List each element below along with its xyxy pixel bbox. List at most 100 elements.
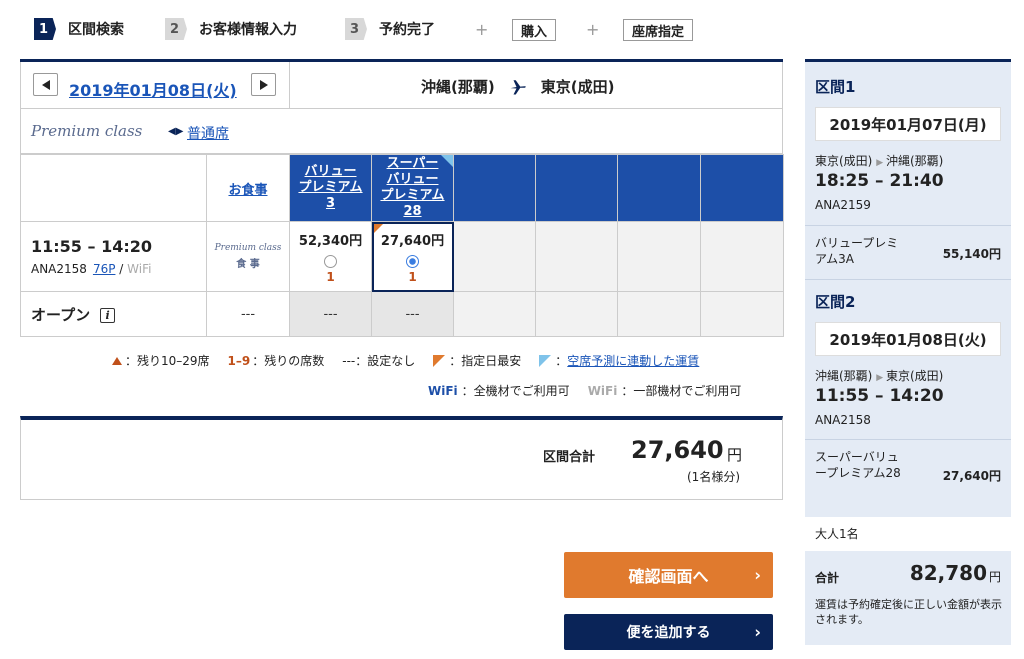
remaining-seats: 1 — [408, 269, 417, 284]
passenger-count: 大人1名 — [815, 527, 859, 541]
legend-cheapest: ：指定日最安 — [433, 352, 521, 369]
empty-fare-cell — [617, 221, 701, 292]
open-meal-cell: --- — [206, 291, 290, 337]
flight-number: ANA2158 — [31, 262, 87, 276]
info-icon[interactable]: i — [100, 307, 116, 323]
segment-total-label: 区間合計 — [543, 450, 596, 465]
fare-header-super-value-premium[interactable]: スーパー バリュー プレミアム 28 — [371, 154, 454, 222]
empty-fare-cell — [535, 291, 618, 337]
step-3: 3 予約完了 — [345, 18, 435, 40]
wifi-label: WiFi — [127, 262, 152, 276]
wifi-all-icon: WiFi — [428, 383, 458, 398]
step-3-label: 予約完了 — [379, 22, 435, 38]
wifi-partial-text: ：一部機材でご利用可 — [621, 384, 742, 398]
fare-option-super-value-premium[interactable]: 27,640円 1 — [371, 221, 454, 292]
step-purchase: 購入 — [512, 19, 557, 41]
segment-total-currency: 円 — [727, 446, 743, 464]
open-fare-cell: --- — [371, 291, 454, 337]
segment-1-time: 18:25 – 21:40 — [815, 171, 944, 191]
confirm-button[interactable]: 確認画面へ › — [564, 552, 773, 598]
divider — [805, 279, 1011, 280]
fare-radio-selected[interactable] — [406, 254, 419, 268]
open-label-cell: オープン i — [20, 291, 207, 337]
aircraft-link[interactable]: 76P — [93, 262, 116, 276]
fare-header-line: 28 — [403, 204, 422, 219]
step-1: 1 区間検索 — [34, 18, 124, 40]
add-flight-button[interactable]: 便を追加する › — [564, 614, 773, 650]
fare-header-empty — [617, 154, 701, 222]
segment-1-fare-name: バリュープレミアム3A — [815, 236, 899, 266]
legend-remaining-text: ：残り10–29席 — [125, 354, 210, 368]
fare-selection-panel: 2019年01月08日(火) 沖縄(那覇) 東京(成田) Premium cla… — [20, 59, 784, 337]
confirm-button-label: 確認画面へ — [628, 567, 709, 586]
route-destination: 東京(成田) — [540, 78, 615, 96]
flight-row: 11:55 – 14:20 ANA2158 76P / WiFi Premium … — [20, 221, 784, 292]
legend-seat-count: 1–9 ：残りの席数 — [228, 352, 325, 369]
blue-corner-icon — [539, 354, 552, 367]
segment-1-origin: 東京(成田) — [815, 154, 873, 168]
chevron-right-icon: ▶ — [876, 158, 886, 168]
date-route-row: 2019年01月08日(火) 沖縄(那覇) 東京(成田) — [20, 62, 783, 109]
chevron-left-icon — [41, 79, 50, 90]
premium-class-meal-logo: Premium class — [214, 243, 282, 253]
route: 沖縄(那覇) 東京(成田) — [421, 76, 614, 97]
meal-header-link[interactable]: お食事 — [206, 154, 290, 222]
legend: ：残り10–29席 1–9 ：残りの席数 ---：設定なし ：指定日最安 ： 空… — [112, 352, 717, 369]
plus-icon: + — [475, 20, 489, 39]
swap-icon: ◀▶ — [168, 126, 184, 137]
grand-total-label: 合計 — [815, 571, 840, 585]
fare-header-empty — [535, 154, 618, 222]
normal-seat-link[interactable]: 普通席 — [187, 123, 229, 143]
grand-total-amount: 82,780 — [909, 561, 987, 585]
step-2: 2 お客様情報入力 — [165, 18, 297, 40]
segment-1-date: 2019年01月07日(月) — [815, 107, 1001, 141]
linked-fare-link[interactable]: 空席予測に連動した運賃 — [567, 352, 699, 369]
fare-radio[interactable] — [324, 254, 337, 268]
step-2-number: 2 — [165, 18, 187, 40]
step-seat-selection: 座席指定 — [623, 19, 694, 41]
next-date-button[interactable] — [251, 73, 276, 96]
route-origin: 沖縄(那覇) — [421, 78, 495, 96]
fare-option-value-premium[interactable]: 52,340円 1 — [289, 221, 372, 292]
divider — [805, 439, 1011, 440]
segment-2-fare-name: スーパーバリュープレミアム28 — [815, 450, 901, 480]
legend-none-text: ---：設定なし — [342, 354, 416, 368]
linked-fare-marker — [441, 155, 453, 167]
prev-date-button[interactable] — [33, 73, 58, 96]
premium-class-logo: Premium class — [31, 122, 143, 140]
chevron-right-icon — [259, 79, 268, 90]
fare-header-line: プレミアム — [298, 180, 363, 195]
segment-2-destination: 東京(成田) — [886, 369, 944, 383]
fare-header-empty — [700, 154, 784, 222]
separator: / — [119, 262, 124, 276]
flight-time: 11:55 – 14:20 — [31, 237, 152, 256]
legend-cheapest-text: ：指定日最安 — [449, 354, 522, 368]
open-label: オープン — [31, 305, 91, 324]
fare-header-row: お食事 バリュー プレミアム 3 スーパー バリュー プレミアム 28 — [20, 154, 784, 222]
progress-steps: 1 区間検索 2 お客様情報入力 3 予約完了 + 購入 + 座席指定 — [20, 14, 780, 44]
fare-header-line: バリュー — [304, 164, 357, 179]
segment-total-box: 区間合計 27,640 円 (1名様分) — [20, 416, 783, 500]
red-triangle-icon — [112, 356, 122, 365]
step-2-label: お客様情報入力 — [199, 22, 297, 38]
segment-1-flight-number: ANA2159 — [815, 198, 871, 212]
segment-2-fare-price: 27,640円 — [942, 469, 1001, 483]
meal-label: 食 事 — [236, 259, 260, 270]
fare-header-value-premium[interactable]: バリュー プレミアム 3 — [289, 154, 372, 222]
header-empty-cell — [20, 154, 207, 222]
wifi-all-text: ：全機材でご利用可 — [461, 384, 570, 398]
wifi-legend: WiFi ：全機材でご利用可 WiFi ：一部機材でご利用可 — [428, 382, 741, 399]
segment-1-route: 東京(成田) ▶ 沖縄(那覇) — [815, 152, 943, 169]
selected-date-link[interactable]: 2019年01月08日(火) — [69, 77, 237, 101]
segment-1-destination: 沖縄(那覇) — [886, 154, 944, 168]
fare-header-empty — [453, 154, 536, 222]
divider — [289, 62, 290, 108]
legend-linked-prefix: ： — [555, 354, 568, 368]
step-1-number: 1 — [34, 18, 56, 40]
itinerary-sidebar: 区間1 2019年01月07日(月) 東京(成田) ▶ 沖縄(那覇) 18:25… — [805, 59, 1011, 645]
chevron-right-icon: › — [754, 565, 761, 585]
empty-fare-cell — [700, 291, 784, 337]
segment-2-origin: 沖縄(那覇) — [815, 369, 873, 383]
empty-fare-cell — [535, 221, 618, 292]
fare-table: お食事 バリュー プレミアム 3 スーパー バリュー プレミアム 28 11:5… — [20, 154, 784, 337]
